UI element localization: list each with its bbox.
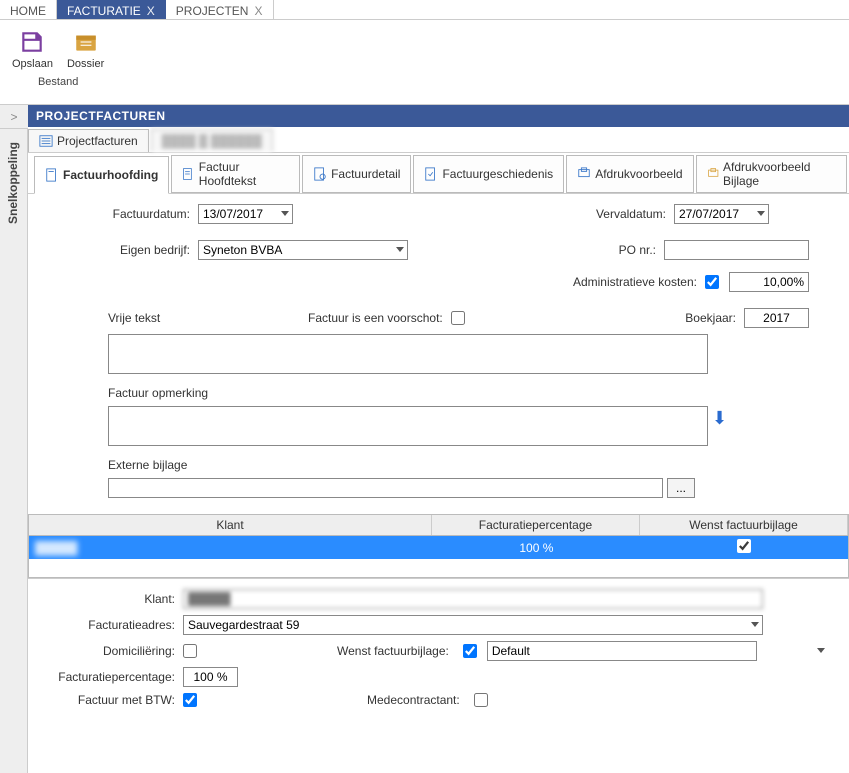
print-preview-icon — [577, 167, 591, 181]
grid-header-pct[interactable]: Facturatiepercentage — [432, 515, 640, 535]
externe-bijlage-input[interactable] — [108, 478, 663, 498]
ribbon: Opslaan Dossier Bestand — [0, 20, 849, 105]
page-title: PROJECTFACTUREN — [28, 105, 849, 127]
top-tab-projecten-label: PROJECTEN — [176, 4, 249, 18]
tab-hoofdtekst[interactable]: Factuur Hoofdtekst — [171, 155, 300, 193]
print-attachment-icon — [707, 167, 719, 181]
detail-tabs: Factuurhoofding Factuur Hoofdtekst Factu… — [28, 155, 849, 194]
eigen-bedrijf-select[interactable] — [198, 240, 408, 260]
document-tabs: Projectfacturen ████ █ ██████ — [28, 127, 849, 153]
label-opmerking: Factuur opmerking — [108, 386, 208, 400]
grid-row[interactable]: █████ 100 % — [29, 536, 848, 559]
grid-cell-klant: █████ — [35, 541, 78, 555]
dossier-icon — [70, 28, 102, 56]
po-nr-input[interactable] — [664, 240, 809, 260]
top-tab-home-label: HOME — [10, 4, 46, 18]
grid-header-klant[interactable]: Klant — [29, 515, 432, 535]
grid-header: Klant Facturatiepercentage Wenst factuur… — [29, 515, 848, 536]
dossier-button[interactable]: Dossier — [65, 26, 106, 72]
label-vervaldatum: Vervaldatum: — [554, 207, 674, 221]
top-tab-projecten[interactable]: PROJECTEN X — [166, 0, 274, 19]
breadcrumb-arrow[interactable]: > — [0, 105, 28, 129]
voorschot-checkbox[interactable] — [451, 311, 465, 325]
facturatieadres-select[interactable] — [183, 615, 763, 635]
top-tab-home[interactable]: HOME — [0, 0, 57, 19]
grid-header-bijlage[interactable]: Wenst factuurbijlage — [640, 515, 848, 535]
tab-geschiedenis-label: Factuurgeschiedenis — [442, 167, 553, 181]
save-button[interactable]: Opslaan — [10, 26, 55, 72]
tab-factuurdetail-label: Factuurdetail — [331, 167, 400, 181]
tab-document-2-label: ████ █ ██████ — [162, 134, 262, 148]
tab-afdrukvoorbeeld-bijlage-label: Afdrukvoorbeeld Bijlage — [723, 160, 836, 188]
wenst-bijlage-checkbox[interactable] — [463, 644, 477, 658]
label-factuurdatum: Factuurdatum: — [48, 207, 198, 221]
boekjaar-input[interactable] — [744, 308, 809, 328]
top-tab-facturatie-label: FACTURATIE — [67, 4, 141, 18]
ribbon-group-bestand: Opslaan Dossier Bestand — [10, 26, 106, 88]
tab-geschiedenis[interactable]: Factuurgeschiedenis — [413, 155, 564, 193]
opmerking-textarea[interactable] — [108, 406, 708, 446]
browse-button[interactable]: ... — [667, 478, 695, 498]
tab-afdrukvoorbeeld-bijlage[interactable]: Afdrukvoorbeeld Bijlage — [696, 155, 847, 193]
arrow-down-icon[interactable]: ⬇ — [712, 408, 727, 429]
tab-factuurdetail[interactable]: Factuurdetail — [302, 155, 411, 193]
label-domiciliering: Domiciliëring: — [48, 644, 183, 658]
tab-afdrukvoorbeeld[interactable]: Afdrukvoorbeeld — [566, 155, 693, 193]
wenst-bijlage-select[interactable] — [487, 641, 757, 661]
document-icon — [45, 168, 59, 182]
close-icon[interactable]: X — [147, 4, 155, 18]
save-icon — [16, 28, 48, 56]
dossier-button-label: Dossier — [67, 58, 104, 70]
factuur-met-btw-checkbox[interactable] — [183, 693, 197, 707]
grid-cell-bijlage-checkbox[interactable] — [737, 539, 751, 553]
label-klant: Klant: — [48, 592, 183, 606]
domiciliering-checkbox[interactable] — [183, 644, 197, 658]
admin-kosten-checkbox[interactable] — [705, 275, 719, 289]
form-factuurhoofding: Factuurdatum: Vervaldatum: Eigen bedrijf… — [28, 194, 849, 508]
sidebar-tab-snelkoppeling[interactable]: Snelkoppeling — [0, 129, 28, 773]
history-icon — [424, 167, 438, 181]
label-boekjaar: Boekjaar: — [685, 311, 744, 325]
close-icon[interactable]: X — [254, 4, 262, 18]
klant-input[interactable] — [183, 589, 763, 609]
label-voorschot: Factuur is een voorschot: — [308, 311, 451, 325]
vrije-tekst-textarea[interactable] — [108, 334, 708, 374]
tab-hoofdtekst-label: Factuur Hoofdtekst — [199, 160, 289, 188]
label-facturatiepct: Facturatiepercentage: — [48, 670, 183, 684]
label-po-nr: PO nr.: — [544, 243, 664, 257]
klant-detail-form: Klant: Facturatieadres: Domiciliëring: W… — [28, 578, 849, 717]
list-icon — [39, 134, 53, 148]
tab-projectfacturen[interactable]: Projectfacturen — [28, 129, 149, 152]
klant-grid: Klant Facturatiepercentage Wenst factuur… — [28, 514, 849, 578]
document-text-icon — [182, 167, 194, 181]
label-factuur-met-btw: Factuur met BTW: — [48, 693, 183, 707]
factuurdatum-input[interactable] — [198, 204, 293, 224]
sidebar-tab-label: Snelkoppeling — [6, 142, 20, 224]
vervaldatum-input[interactable] — [674, 204, 769, 224]
facturatiepct-input[interactable] — [183, 667, 238, 687]
medecontractant-checkbox[interactable] — [474, 693, 488, 707]
tab-factuurhoofding-label: Factuurhoofding — [63, 168, 158, 182]
label-medecontractant: Medecontractant: — [367, 693, 468, 707]
tab-afdrukvoorbeeld-label: Afdrukvoorbeeld — [595, 167, 682, 181]
label-admin-kosten: Administratieve kosten: — [535, 275, 705, 289]
ribbon-group-label: Bestand — [38, 76, 78, 88]
document-detail-icon — [313, 167, 327, 181]
top-tab-facturatie[interactable]: FACTURATIE X — [57, 0, 166, 19]
label-facturatieadres: Facturatieadres: — [48, 618, 183, 632]
tab-projectfacturen-label: Projectfacturen — [57, 134, 138, 148]
save-button-label: Opslaan — [12, 58, 53, 70]
label-eigen-bedrijf: Eigen bedrijf: — [48, 243, 198, 257]
tab-document-2[interactable]: ████ █ ██████ — [151, 129, 273, 152]
tab-factuurhoofding[interactable]: Factuurhoofding — [34, 156, 169, 194]
label-externe-bijlage: Externe bijlage — [108, 458, 187, 472]
grid-cell-pct: 100 % — [433, 538, 641, 558]
top-tab-bar: HOME FACTURATIE X PROJECTEN X — [0, 0, 849, 20]
label-vrije-tekst: Vrije tekst — [108, 311, 308, 325]
admin-kosten-pct-input[interactable] — [729, 272, 809, 292]
label-wenst-bijlage: Wenst factuurbijlage: — [337, 644, 457, 658]
